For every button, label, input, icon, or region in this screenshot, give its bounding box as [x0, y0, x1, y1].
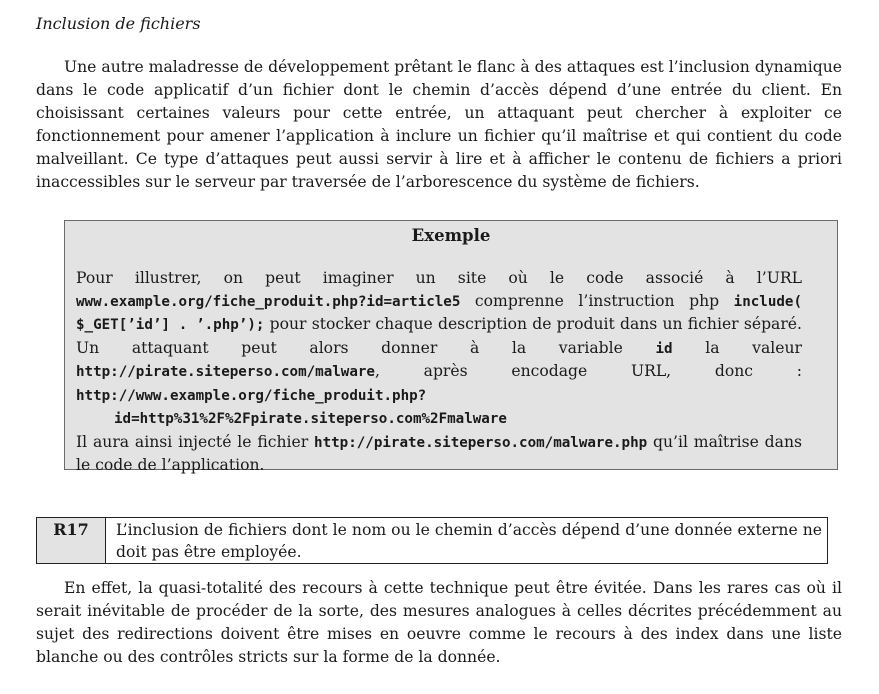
- example-title: Exemple: [411, 226, 491, 245]
- example-code-encoded: id=http%31%2F%2Fpirate.siteperso.com%2Fm…: [114, 411, 507, 427]
- example-text: Pour illustrer, on peut imaginer un site…: [76, 267, 802, 477]
- example-text-part: Pour illustrer, on peut imaginer un site…: [76, 269, 802, 287]
- example-code-id: id: [655, 340, 673, 357]
- intro-paragraph: Une autre maladresse de développement pr…: [36, 58, 842, 191]
- rule-text: L’inclusion de fichiers dont le nom ou l…: [116, 521, 822, 561]
- example-text-part: la valeur: [672, 338, 802, 357]
- example-text-part: Il aura ainsi injecté le fichier: [76, 432, 315, 451]
- example-box: Exemple Pour illustrer, on peut imaginer…: [64, 220, 838, 474]
- example-code-full-url: http://www.example.org/fiche_produit.php…: [76, 387, 427, 404]
- rule-box: R17 L’inclusion de fichiers dont le nom …: [36, 517, 828, 564]
- section-title: Inclusion de fichiers: [36, 14, 201, 33]
- example-text-part: , après encodage URL, donc :: [374, 362, 802, 380]
- example-code-malware: http://pirate.siteperso.com/malware: [76, 364, 375, 380]
- example-text-part: comprenne l’instruction php: [460, 291, 734, 310]
- example-code-url: www.example.org/fiche_produit.php?id=art…: [76, 293, 461, 310]
- closing-paragraph: En effet, la quasi-totalité des recours …: [36, 579, 842, 666]
- example-code-malware-php: http://pirate.siteperso.com/malware.php: [314, 434, 648, 451]
- rule-id: R17: [37, 518, 106, 563]
